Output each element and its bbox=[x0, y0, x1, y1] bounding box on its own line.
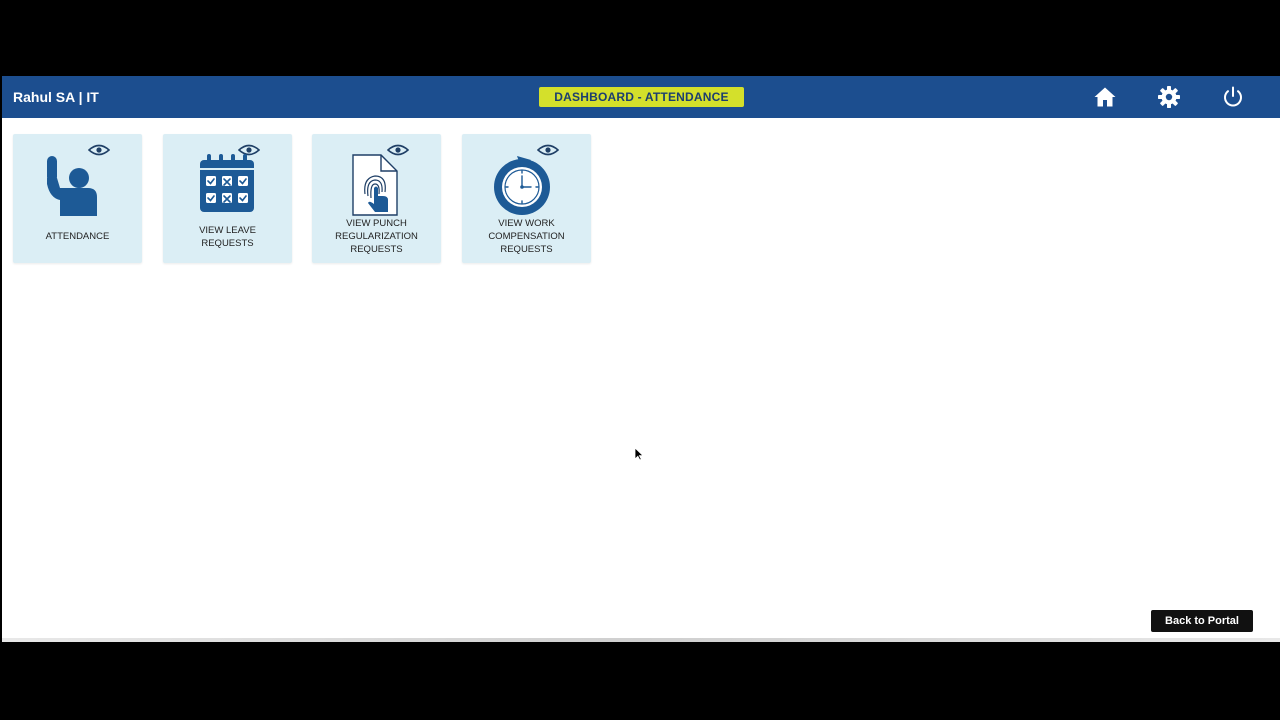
raised-hand-person-icon bbox=[47, 156, 97, 216]
tile-view-punch-regularization-requests[interactable]: VIEW PUNCH REGULARIZATION REQUESTS bbox=[312, 134, 441, 263]
tile-attendance[interactable]: ATTENDANCE bbox=[13, 134, 142, 263]
tile-label: VIEW WORK COMPENSATION REQUESTS bbox=[488, 218, 565, 255]
tile-label: VIEW LEAVE REQUESTS bbox=[199, 225, 256, 249]
power-icon[interactable] bbox=[1221, 85, 1245, 109]
bottom-divider bbox=[2, 638, 1280, 642]
tile-view-work-compensation-requests[interactable]: VIEW WORK COMPENSATION REQUESTS bbox=[462, 134, 591, 263]
back-to-portal-button[interactable]: Back to Portal bbox=[1151, 610, 1253, 632]
gear-icon[interactable] bbox=[1157, 85, 1181, 109]
fingerprint-document-icon bbox=[352, 154, 398, 216]
app-screen: Rahul SA | IT DASHBOARD - ATTENDANCE ATT… bbox=[2, 76, 1280, 642]
user-name: Rahul SA | IT bbox=[13, 89, 99, 105]
top-bar: Rahul SA | IT DASHBOARD - ATTENDANCE bbox=[2, 76, 1280, 118]
mouse-cursor-icon bbox=[634, 447, 644, 461]
page-title: DASHBOARD - ATTENDANCE bbox=[539, 87, 744, 107]
tile-label: VIEW PUNCH REGULARIZATION REQUESTS bbox=[335, 218, 418, 255]
home-icon[interactable] bbox=[1093, 85, 1117, 109]
tile-label: ATTENDANCE bbox=[45, 231, 110, 242]
clock-icon bbox=[494, 156, 550, 215]
tile-view-leave-requests[interactable]: VIEW LEAVE REQUESTS bbox=[163, 134, 292, 263]
calendar-icon bbox=[200, 154, 254, 212]
